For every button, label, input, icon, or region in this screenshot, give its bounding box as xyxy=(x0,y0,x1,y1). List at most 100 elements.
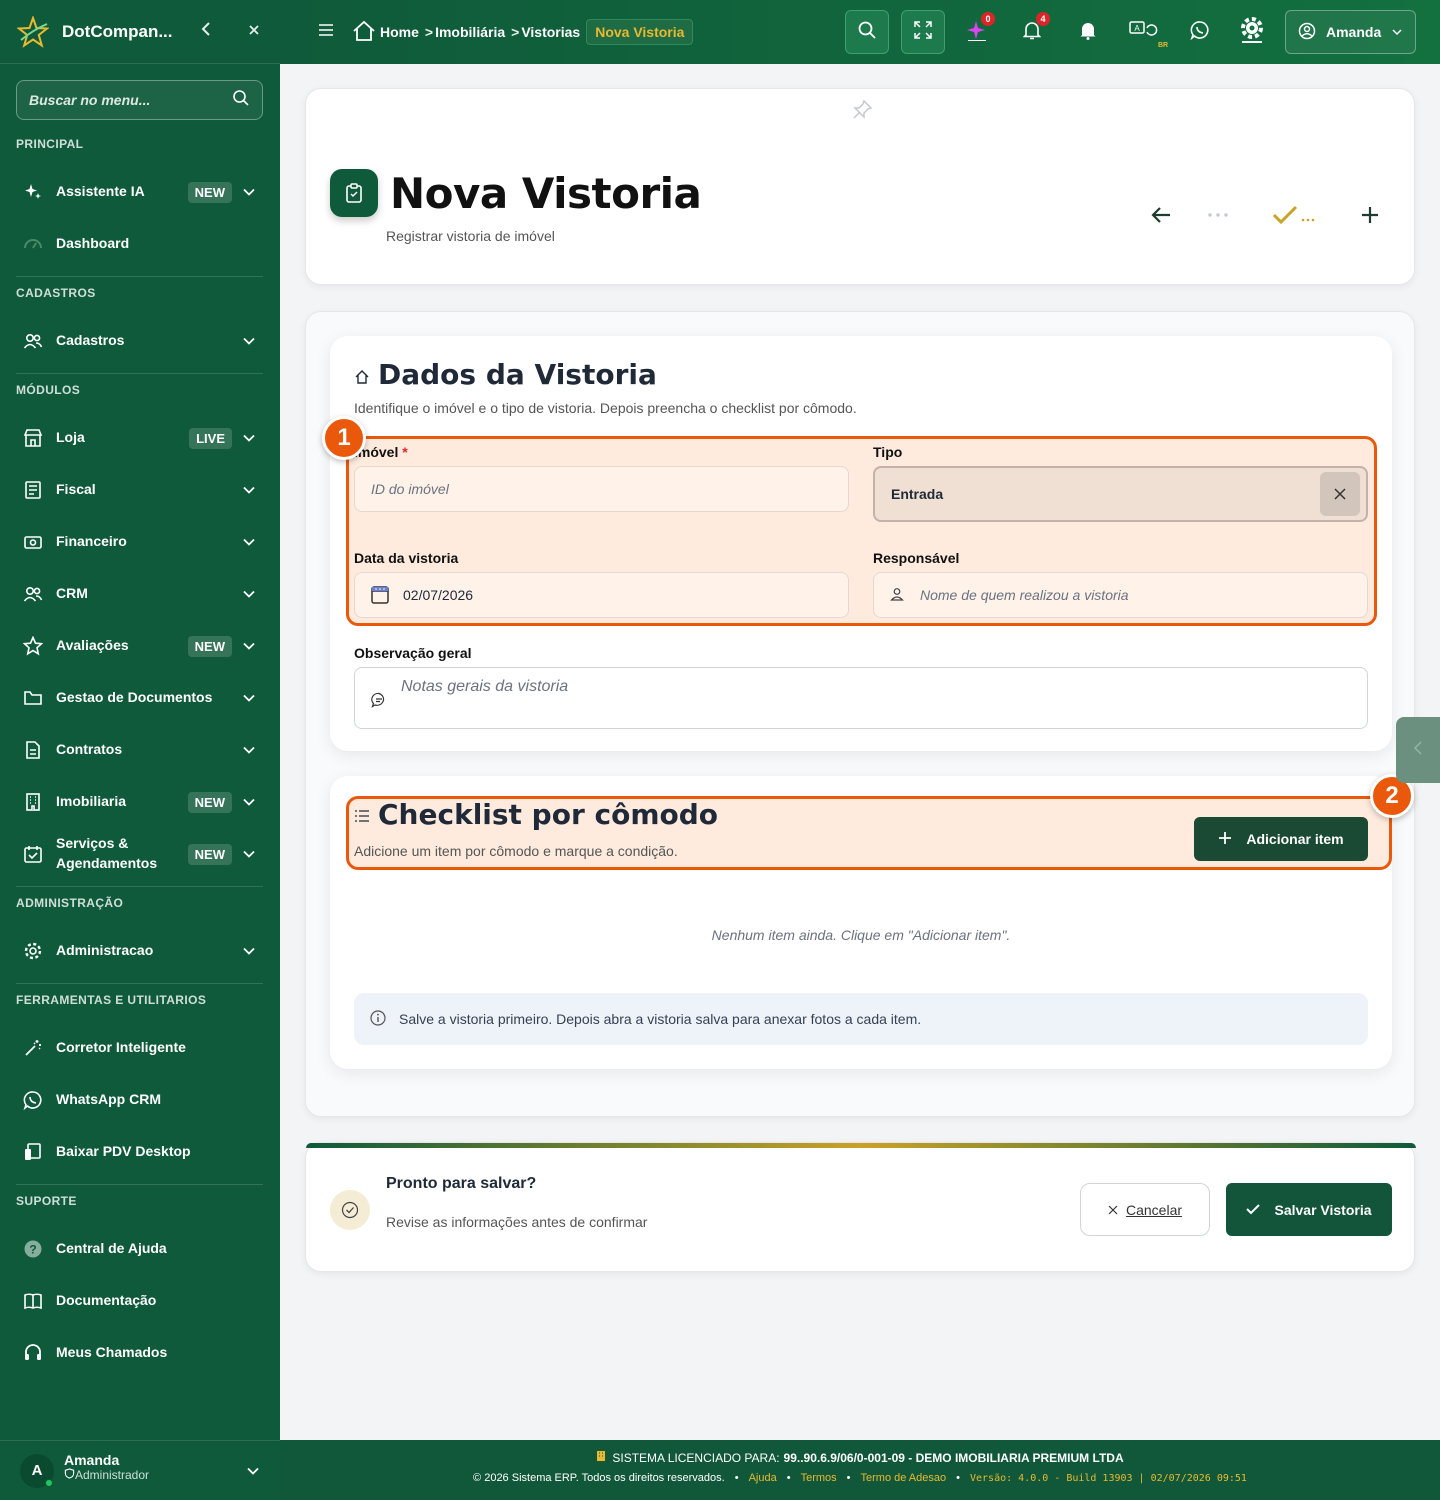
sidebar-item-whatsapp[interactable]: WhatsApp CRM xyxy=(16,1080,264,1120)
calendar-icon[interactable] xyxy=(371,584,389,607)
section-cadastros: CADASTROS xyxy=(16,286,96,300)
add-plus-icon[interactable] xyxy=(1358,203,1382,227)
collapse-sidebar-icon[interactable] xyxy=(200,22,212,41)
footer-link-ajuda[interactable]: Ajuda xyxy=(749,1472,777,1484)
info-icon xyxy=(370,1009,386,1029)
user-menu-button[interactable]: Amanda xyxy=(1285,10,1416,54)
save-check-icon[interactable] xyxy=(1271,203,1321,227)
building-icon xyxy=(22,791,44,813)
user-name: Amanda xyxy=(64,1451,120,1468)
info-alert: Salve a vistoria primeiro. Depois abra a… xyxy=(354,993,1368,1045)
devices-icon xyxy=(22,1141,44,1163)
cancel-label: Cancelar xyxy=(1125,1201,1183,1218)
divider xyxy=(16,886,263,887)
sidebar-item-central-ajuda[interactable]: ? Central de Ajuda xyxy=(16,1229,264,1269)
sidebar-item-label: Serviços & Agendamentos xyxy=(56,835,158,871)
sidebar-item-label: CRM xyxy=(56,585,88,602)
sidebar-item-fiscal[interactable]: Fiscal xyxy=(16,470,264,510)
sidebar-item-meus-chamados[interactable]: Meus Chamados xyxy=(16,1333,264,1373)
sidebar-item-label: Imobiliaria xyxy=(56,793,127,810)
chevron-down-icon xyxy=(243,538,255,546)
sidebar-item-documentacao[interactable]: Documentação xyxy=(16,1281,264,1321)
user-icon xyxy=(890,587,904,604)
chevron-down-icon xyxy=(243,746,255,754)
chevron-down-icon xyxy=(243,337,255,345)
notifications-button[interactable]: 4 xyxy=(1020,12,1050,44)
divider xyxy=(16,1184,263,1185)
ai-assistant-button[interactable]: 0 xyxy=(965,12,995,44)
breadcrumb-current: Nova Vistoria xyxy=(586,19,694,45)
sidebar-item-crm[interactable]: CRM xyxy=(16,574,264,614)
add-item-label: Adicionar item xyxy=(1246,831,1344,847)
star-logo-icon xyxy=(16,15,50,49)
settings-button[interactable] xyxy=(1240,16,1264,44)
plus-icon xyxy=(1218,831,1232,848)
live-badge: LIVE xyxy=(189,427,232,449)
more-dots-icon[interactable] xyxy=(1206,203,1230,227)
language-button[interactable]: A BR xyxy=(1128,20,1168,49)
chevron-down-icon xyxy=(243,798,255,806)
data-vistoria-value: 02/07/2026 xyxy=(403,587,474,603)
footer-links: © 2026 Sistema ERP. Todos os direitos re… xyxy=(473,1472,1247,1484)
sidebar-item-pdv-desktop[interactable]: Baixar PDV Desktop xyxy=(16,1132,264,1172)
back-arrow-icon[interactable] xyxy=(1149,203,1173,227)
sidebar-item-loja[interactable]: Loja LIVE xyxy=(16,418,264,458)
data-vistoria-input[interactable]: 02/07/2026 xyxy=(354,572,849,618)
sidebar-item-financeiro[interactable]: Financeiro xyxy=(16,522,264,562)
breadcrumb-vistorias[interactable]: Vistorias xyxy=(521,24,580,40)
gear-icon xyxy=(1239,16,1265,49)
add-item-button[interactable]: Adicionar item xyxy=(1194,817,1368,861)
whatsapp-button[interactable] xyxy=(1188,20,1212,44)
clear-selection-icon[interactable] xyxy=(1320,472,1360,516)
sidebar-user-menu[interactable]: A Amanda Administrador xyxy=(0,1440,280,1500)
imovel-input[interactable]: ID do imóvel xyxy=(354,466,849,512)
save-bar: Pronto para salvar? Revise as informaçõe… xyxy=(305,1142,1416,1272)
responsavel-input[interactable]: Nome de quem realizou a vistoria xyxy=(873,572,1368,618)
sidebar-item-dashboard[interactable]: Dashboard xyxy=(16,224,264,264)
step-marker-1: 1 xyxy=(322,416,366,460)
footer-link-termos[interactable]: Termos xyxy=(801,1472,837,1484)
chevron-down-icon xyxy=(243,434,255,442)
save-vistoria-button[interactable]: Salvar Vistoria xyxy=(1226,1183,1392,1236)
sparkles-icon xyxy=(22,181,44,203)
hamburger-menu-icon[interactable] xyxy=(318,23,334,42)
home-icon[interactable] xyxy=(352,20,376,45)
fullscreen-button[interactable] xyxy=(901,10,945,54)
chevron-down-icon xyxy=(243,947,255,955)
checklist-title: Checklist por cômodo xyxy=(378,798,719,831)
license-line: SISTEMA LICENCIADO PARA: 99..90.6.9/06/0… xyxy=(280,1450,1440,1465)
footer-link-termo-adesao[interactable]: Termo de Adesao xyxy=(861,1472,947,1484)
global-search-button[interactable] xyxy=(845,10,889,54)
breadcrumb-home[interactable]: Home xyxy=(380,24,419,40)
sidebar-item-assistente-ia[interactable]: Assistente IA NEW xyxy=(16,172,264,212)
pin-icon[interactable] xyxy=(851,99,873,126)
cancel-button[interactable]: Cancelar xyxy=(1080,1183,1210,1236)
breadcrumb-imobiliaria[interactable]: Imobiliária xyxy=(435,24,505,40)
chevron-down-icon xyxy=(243,642,255,650)
responsavel-placeholder: Nome de quem realizou a vistoria xyxy=(920,587,1129,603)
menu-search-input[interactable]: Buscar no menu... xyxy=(16,80,263,120)
chevron-down-icon xyxy=(1392,29,1402,36)
observacao-textarea[interactable]: Notas gerais da vistoria xyxy=(354,667,1368,729)
sidebar-item-administracao[interactable]: Administracao xyxy=(16,931,264,971)
svg-text:A: A xyxy=(1134,24,1140,33)
sidebar-item-cadastros[interactable]: Cadastros xyxy=(16,321,264,361)
sidebar-item-contratos[interactable]: Contratos xyxy=(16,730,264,770)
avatar: A xyxy=(20,1453,54,1488)
sidebar-item-gestao-documentos[interactable]: Gestao de Documentos xyxy=(16,678,264,718)
dados-vistoria-section: Dados da Vistoria Identifique o imóvel e… xyxy=(330,336,1392,751)
tipo-select[interactable]: Entrada xyxy=(873,466,1368,522)
side-drawer-toggle[interactable] xyxy=(1396,717,1440,783)
sidebar-item-avaliacoes[interactable]: Avaliações NEW xyxy=(16,626,264,666)
license-prefix: SISTEMA LICENCIADO PARA: xyxy=(612,1450,780,1465)
check-icon xyxy=(1246,1202,1261,1218)
sidebar-item-servicos[interactable]: Serviços & Agendamentos NEW xyxy=(16,834,264,874)
clipboard-icon xyxy=(330,169,378,217)
sidebar-item-corretor[interactable]: Corretor Inteligente xyxy=(16,1028,264,1068)
sidebar-item-label: Dashboard xyxy=(56,235,130,252)
sidebar-item-imobiliaria[interactable]: Imobiliaria NEW xyxy=(16,782,264,822)
sidebar-item-label: Fiscal xyxy=(56,481,96,498)
close-sidebar-icon[interactable] xyxy=(248,23,260,41)
alerts-button[interactable] xyxy=(1076,20,1100,44)
money-icon xyxy=(22,531,44,553)
